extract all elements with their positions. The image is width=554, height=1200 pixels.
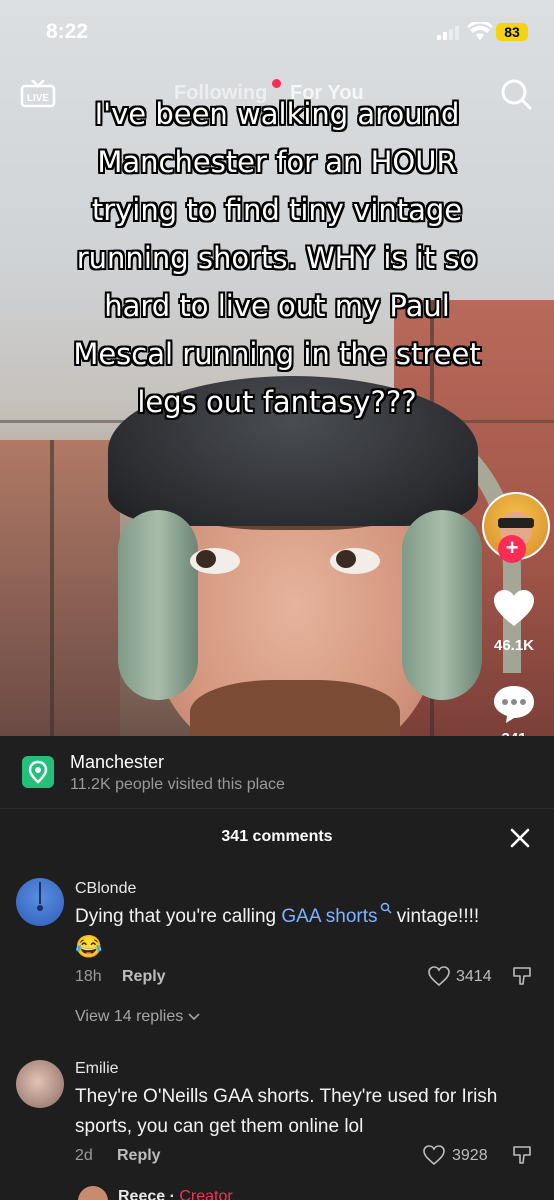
wifi-icon <box>467 22 493 40</box>
location-bar[interactable]: Manchester 11.2K people visited this pla… <box>0 736 554 809</box>
location-name: Manchester <box>70 752 165 772</box>
search-link-label[interactable]: GAA shorts <box>281 906 377 927</box>
caption-line: running shorts. WHY is it so <box>76 241 478 275</box>
comment-username[interactable]: Emilie <box>75 1060 119 1078</box>
caption-line: Mescal running in the street <box>73 337 481 371</box>
chevron-down-icon <box>188 1013 200 1021</box>
caption-line: I've been walking around <box>94 97 460 131</box>
comment-item: Emilie They're O'Neills GAA shorts. They… <box>0 1054 554 1174</box>
like-count: 46.1K <box>493 637 535 654</box>
comment-icon[interactable] <box>492 684 536 724</box>
location-visits: 11.2K people visited this place <box>70 776 285 793</box>
follow-button[interactable]: + <box>498 535 526 563</box>
comment-username[interactable]: Reece <box>118 1188 165 1200</box>
eye-left <box>190 548 240 574</box>
comment-text-part: Dying that you're calling <box>75 906 282 927</box>
headphone-right <box>402 510 482 700</box>
dislike-icon[interactable] <box>512 1145 532 1165</box>
creator-badge: Creator <box>179 1188 233 1200</box>
reply-button[interactable]: Reply <box>122 968 166 986</box>
comment-item: CBlonde Dying that you're calling GAA sh… <box>0 876 554 1036</box>
comment-username[interactable]: CBlonde <box>75 880 136 898</box>
view-replies-button[interactable]: View 14 replies <box>75 1008 200 1026</box>
comment-like-count: 3414 <box>456 968 492 985</box>
next-comment-header[interactable]: Reece · Creator <box>118 1188 233 1200</box>
location-pin-icon <box>22 756 54 788</box>
status-bar: 8:22 83 <box>0 0 554 66</box>
comments-header: 341 comments <box>0 814 554 864</box>
signal-icon <box>437 26 461 40</box>
status-time: 8:22 <box>46 20 89 43</box>
view-replies-label[interactable]: View 14 replies <box>75 1008 183 1025</box>
caption-line: trying to find tiny vintage <box>91 193 463 227</box>
scaffold-pole <box>50 440 54 740</box>
headphone-left <box>118 510 198 700</box>
emoji: 😂 <box>75 934 103 959</box>
close-icon[interactable] <box>506 824 534 852</box>
caption-line: Manchester for an HOUR <box>97 145 457 179</box>
person-beard <box>190 680 400 740</box>
video-caption-overlay: I've been walking around Manchester for … <box>20 90 534 426</box>
avatar[interactable] <box>16 878 64 926</box>
caption-line: hard to live out my Paul <box>104 289 450 323</box>
comment-like-count: 3928 <box>452 1147 488 1164</box>
eye-right <box>330 548 380 574</box>
search-link[interactable]: GAA shorts <box>281 902 392 927</box>
tiktok-screen: 8:22 83 LIVE Following For You I've been… <box>0 0 554 1200</box>
brick-building-left <box>0 440 120 740</box>
comment-text-part: vintage!!!! <box>391 906 480 927</box>
comments-title: 341 comments <box>221 828 333 845</box>
like-heart-icon[interactable] <box>423 1145 445 1165</box>
battery-indicator: 83 <box>496 23 528 41</box>
reply-button[interactable]: Reply <box>117 1147 161 1165</box>
comment-time: 2d <box>75 1147 93 1164</box>
heart-icon[interactable] <box>492 588 536 628</box>
like-heart-icon[interactable] <box>428 966 450 986</box>
notification-dot <box>272 79 281 88</box>
caption-line: legs out fantasy??? <box>137 385 417 419</box>
comment-text: They're O'Neills GAA shorts. They're use… <box>75 1086 498 1137</box>
comment-text: Dying that you're calling GAA shorts vin… <box>75 902 535 962</box>
comments-sheet: Manchester 11.2K people visited this pla… <box>0 736 554 1200</box>
search-small-icon <box>380 902 392 914</box>
avatar[interactable] <box>16 1060 64 1108</box>
comment-time: 18h <box>75 968 102 985</box>
dislike-icon[interactable] <box>512 966 532 986</box>
